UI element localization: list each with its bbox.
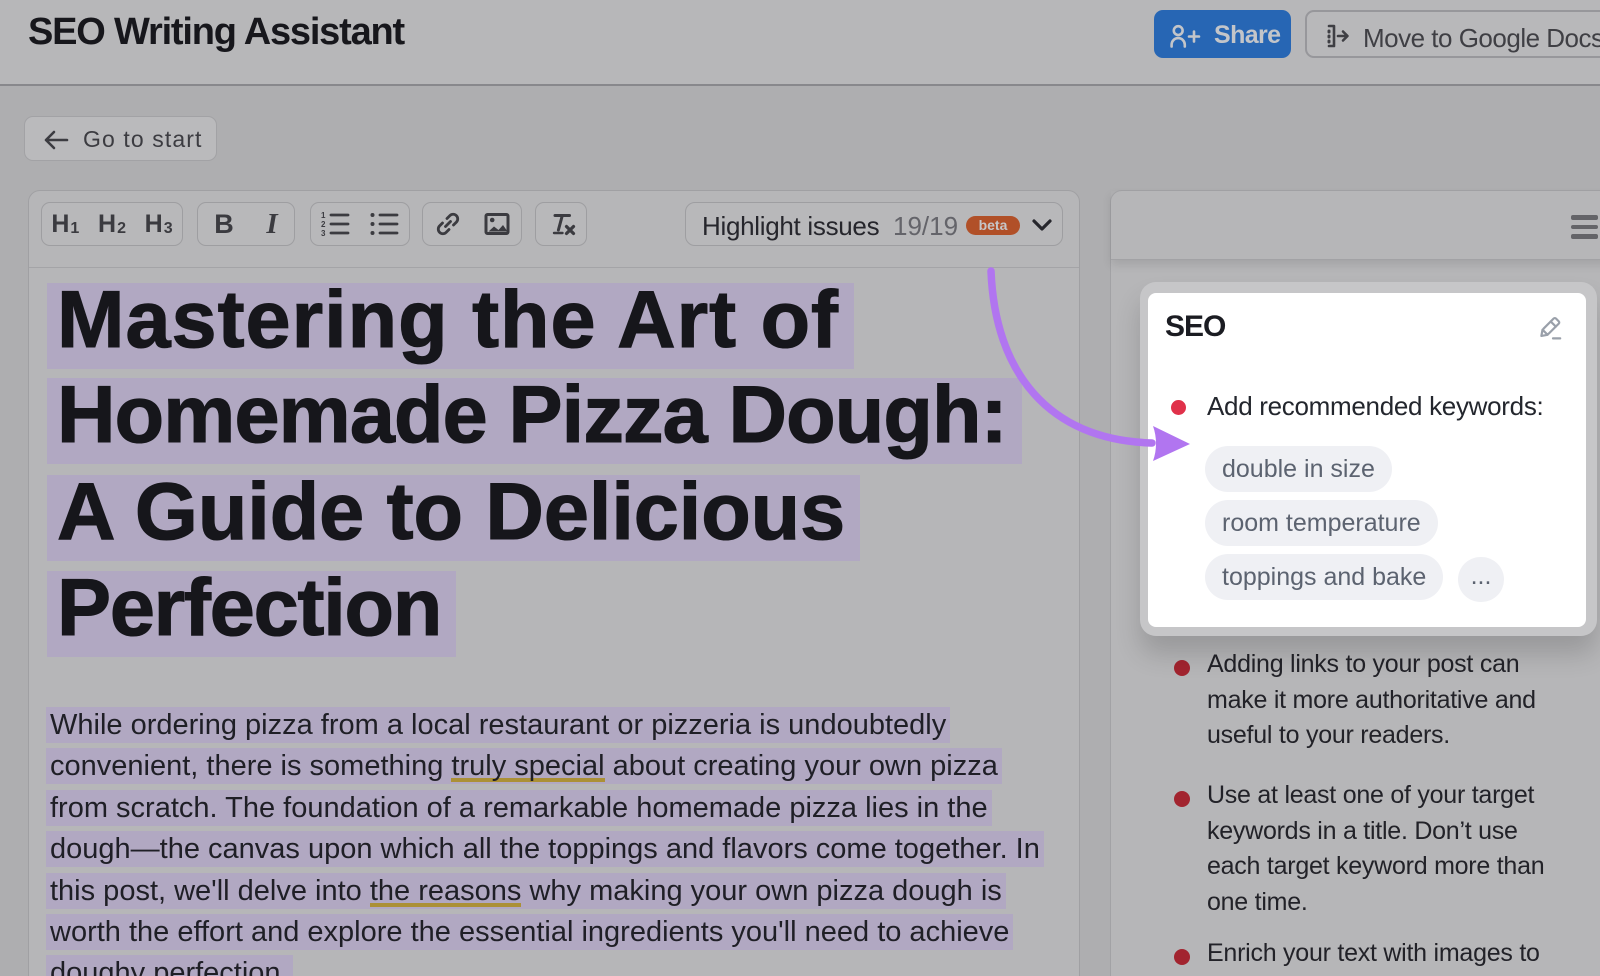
svg-text:2: 2: [321, 220, 326, 229]
svg-text:1: 1: [321, 211, 326, 220]
svg-text:3: 3: [321, 229, 326, 238]
